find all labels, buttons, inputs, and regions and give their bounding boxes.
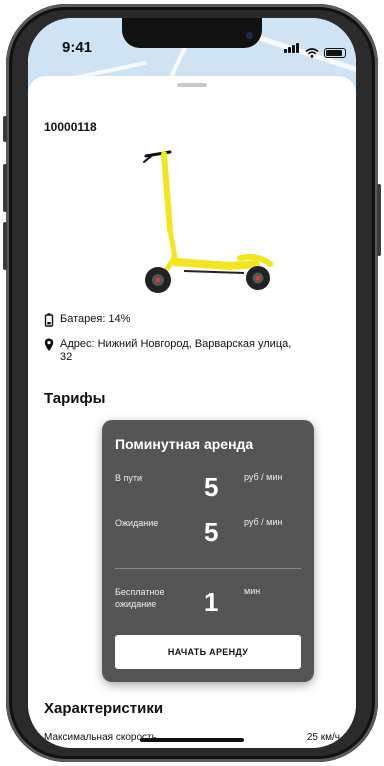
battery-icon bbox=[44, 313, 54, 327]
status-icons bbox=[284, 40, 346, 58]
location-pin-icon bbox=[44, 338, 54, 351]
start-rent-button[interactable]: НАЧАТЬ АРЕНДУ bbox=[115, 635, 301, 669]
tariff-card: Поминутная аренда В пути 5 руб / мин Ожи… bbox=[102, 420, 314, 682]
silent-switch bbox=[3, 116, 7, 142]
tariff-unit-waiting: руб / мин bbox=[244, 517, 283, 527]
tariff-label-waiting: Ожидание bbox=[115, 518, 159, 528]
address-info: Адрес: Нижний Новгород, Варварская улица… bbox=[44, 338, 292, 364]
volume-up-button bbox=[3, 164, 7, 212]
home-indicator[interactable] bbox=[140, 738, 244, 742]
notch bbox=[122, 18, 262, 48]
tariffs-heading: Тарифы bbox=[44, 390, 106, 407]
tariff-divider bbox=[115, 568, 301, 569]
scooter-image bbox=[143, 150, 273, 293]
sheet-drag-handle[interactable] bbox=[177, 83, 207, 87]
tariff-unit-moving: руб / мин bbox=[244, 472, 283, 482]
scooter-id: 10000118 bbox=[44, 120, 97, 134]
tariff-label-moving: В пути bbox=[115, 473, 143, 483]
tariff-label-free-wait: Бесплатное ожидание bbox=[115, 587, 165, 609]
volume-down-button bbox=[3, 222, 7, 270]
battery-info: Батарея: 14% bbox=[44, 313, 130, 327]
status-time: 9:41 bbox=[62, 39, 93, 56]
tariff-value-free-wait: 1 bbox=[204, 587, 219, 617]
battery-status-icon bbox=[324, 48, 346, 58]
wifi-icon bbox=[305, 48, 319, 58]
power-button bbox=[377, 184, 381, 256]
spec-value: 25 км/ч bbox=[306, 732, 340, 743]
signal-icon bbox=[284, 40, 300, 58]
tariff-card-title: Поминутная аренда bbox=[115, 436, 254, 452]
phone-screen: 9:41 10000118 Батарея: 14% Адрес: Нижний… bbox=[28, 18, 356, 748]
address-text: Адрес: Нижний Новгород, Варварская улица… bbox=[60, 338, 292, 363]
characteristics-heading: Характеристики bbox=[44, 700, 164, 717]
front-camera bbox=[246, 32, 253, 39]
scooter-details-sheet: 10000118 Батарея: 14% Адрес: Нижний Новг… bbox=[28, 76, 356, 748]
battery-text: Батарея: 14% bbox=[60, 313, 131, 325]
tariff-value-waiting: 5 bbox=[204, 517, 219, 547]
tariff-unit-free-wait: мин bbox=[244, 586, 261, 596]
tariff-value-moving: 5 bbox=[204, 472, 219, 502]
